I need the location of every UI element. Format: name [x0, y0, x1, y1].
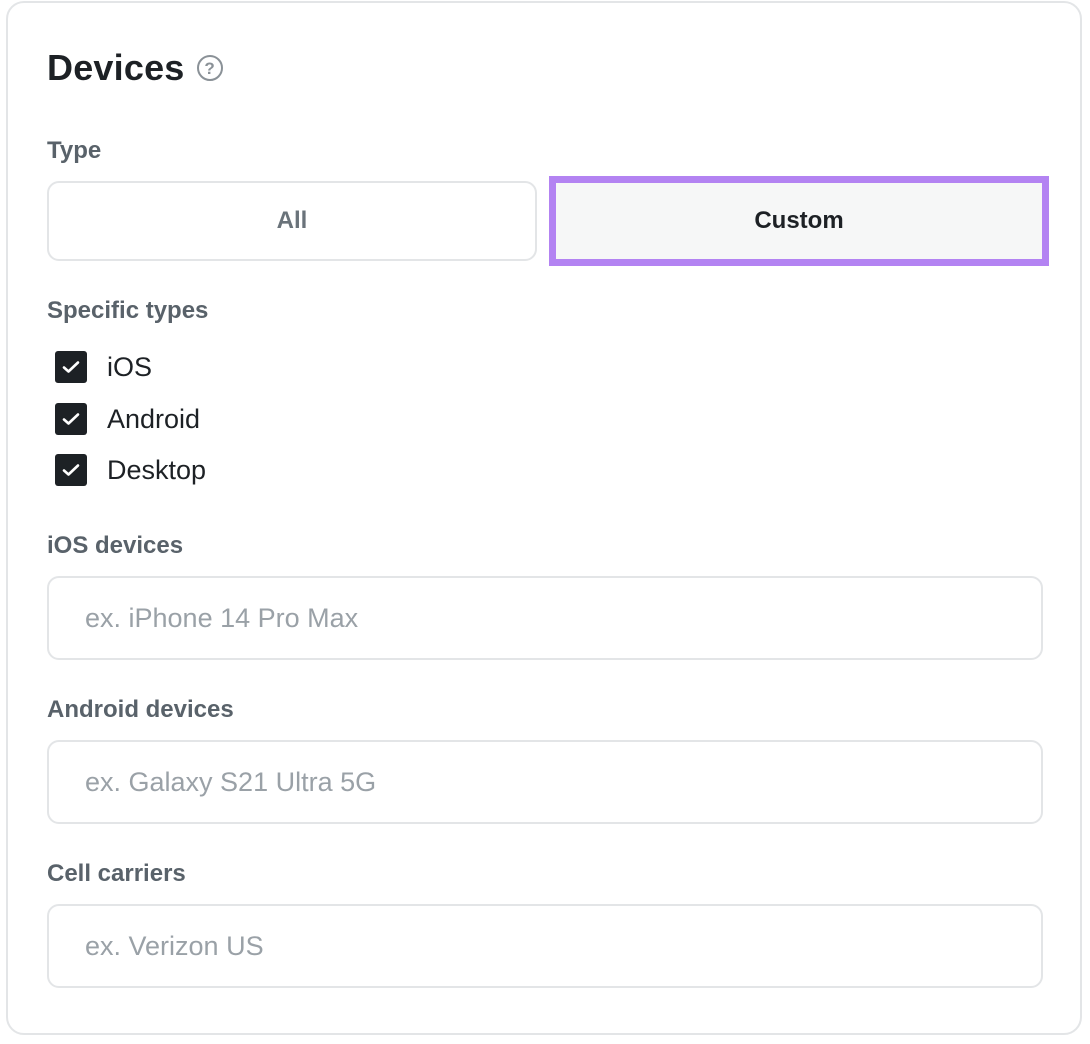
- panel-title: Devices: [47, 47, 185, 88]
- checkbox-checked-icon[interactable]: [55, 351, 87, 383]
- type-label: Type: [47, 137, 102, 164]
- type-option-custom-label: Custom: [754, 207, 844, 234]
- panel-header: Devices ?: [47, 46, 223, 90]
- checkbox-desktop[interactable]: Desktop: [55, 453, 206, 487]
- checkbox-checked-icon[interactable]: [55, 403, 87, 435]
- checkbox-checked-icon[interactable]: [55, 454, 87, 486]
- checkbox-ios[interactable]: iOS: [55, 350, 152, 384]
- android-devices-input[interactable]: [47, 740, 1043, 824]
- cell-carriers-label: Cell carriers: [47, 860, 186, 887]
- ios-devices-label: iOS devices: [47, 532, 184, 559]
- type-option-all[interactable]: All: [47, 181, 537, 261]
- checkbox-ios-label: iOS: [107, 351, 153, 382]
- help-icon[interactable]: ?: [196, 55, 223, 81]
- ios-devices-input[interactable]: [47, 576, 1043, 660]
- checkbox-android[interactable]: Android: [55, 402, 200, 436]
- type-option-all-label: All: [276, 207, 308, 234]
- type-option-custom[interactable]: Custom: [549, 176, 1049, 266]
- android-devices-label: Android devices: [47, 696, 234, 723]
- checkbox-desktop-label: Desktop: [107, 454, 207, 485]
- checkbox-android-label: Android: [107, 403, 201, 434]
- specific-types-label: Specific types: [47, 297, 209, 324]
- cell-carriers-input[interactable]: [47, 904, 1043, 988]
